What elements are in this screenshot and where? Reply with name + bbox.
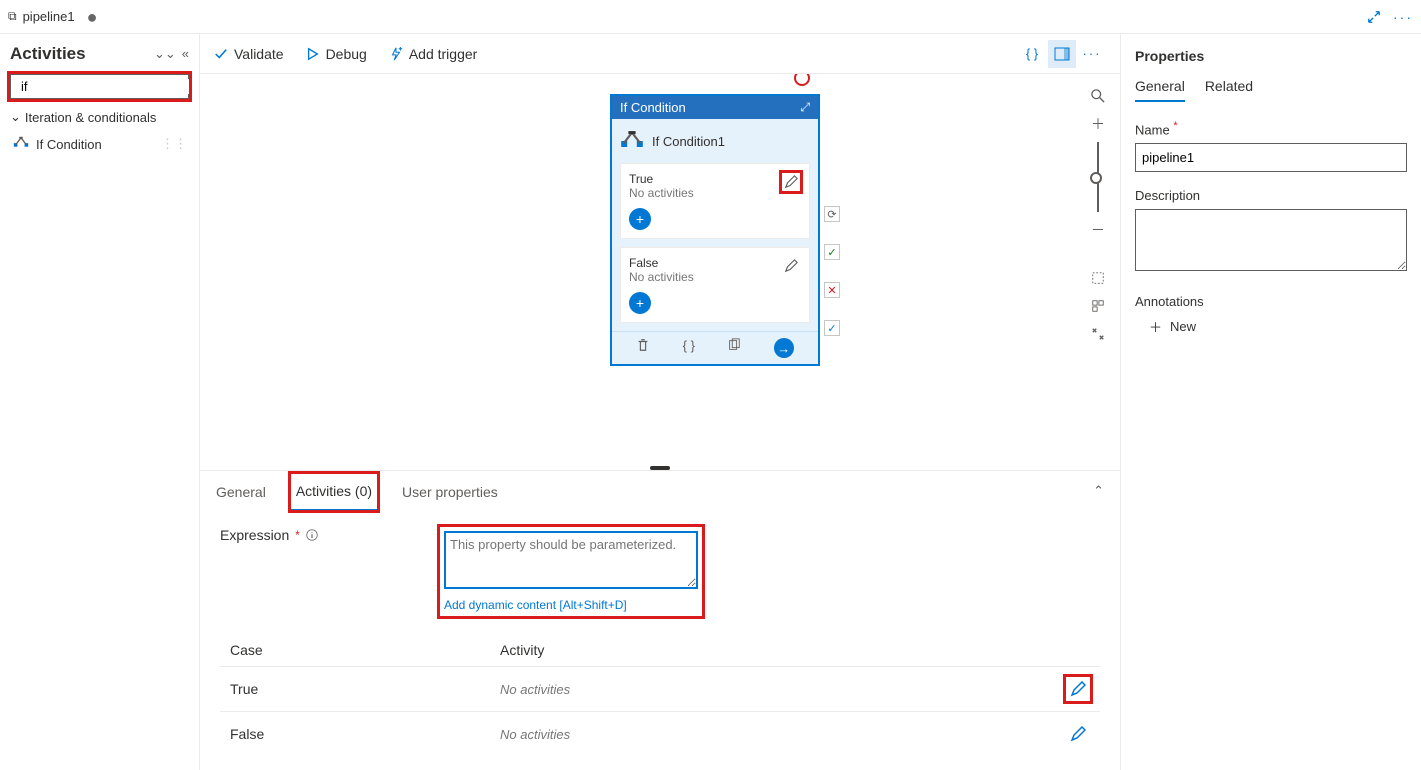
activities-heading: Activities (10, 44, 86, 64)
copy-node-icon[interactable] (727, 338, 741, 358)
check-icon (214, 47, 228, 61)
description-input[interactable] (1135, 209, 1407, 271)
col-activity: Activity (500, 642, 544, 658)
zoom-slider[interactable] (1097, 142, 1099, 212)
activity-label: If Condition (36, 137, 102, 152)
name-input[interactable] (1135, 143, 1407, 172)
true-branch: True No activities + (620, 163, 810, 239)
case-row-false: False No activities (220, 711, 1100, 756)
drag-handle-icon: ⋮⋮ (161, 136, 187, 152)
false-branch: False No activities + (620, 247, 810, 323)
tab-title: pipeline1 (23, 9, 75, 24)
name-label: Name * (1135, 120, 1407, 137)
edit-false-case-button[interactable] (1066, 722, 1090, 746)
add-trigger-button[interactable]: Add trigger (389, 46, 477, 62)
if-condition-icon (12, 135, 30, 153)
add-true-activity-button[interactable]: + (629, 208, 651, 230)
output-handle-fail[interactable]: ✕ (824, 282, 840, 298)
node-code-icon[interactable]: { } (683, 338, 695, 358)
toolbar-more-icon[interactable]: ··· (1078, 40, 1106, 68)
new-annotation-button[interactable]: ＋ New (1149, 317, 1407, 336)
node-header[interactable]: If Condition ⤢ (612, 96, 818, 119)
annotations-label: Annotations (1135, 294, 1407, 309)
expression-input[interactable] (444, 531, 698, 589)
case-row-true: True No activities (220, 666, 1100, 711)
output-handle-default[interactable]: ⟳ (824, 206, 840, 222)
plus-icon: ＋ (1149, 317, 1162, 336)
play-icon (306, 47, 320, 61)
props-tab-related[interactable]: Related (1205, 78, 1253, 102)
if-condition-icon (620, 129, 644, 153)
properties-toggle-icon[interactable] (1048, 40, 1076, 68)
collapse-sidebar-icon[interactable]: « (182, 46, 189, 62)
tab-general[interactable]: General (216, 474, 266, 510)
validate-button[interactable]: Validate (214, 46, 284, 62)
debug-button[interactable]: Debug (306, 46, 367, 62)
chevron-down-icon: ⌄ (10, 109, 21, 125)
node-title: If Condition1 (652, 134, 725, 149)
output-handle-success[interactable]: ✓ (824, 244, 840, 260)
true-label: True (629, 172, 801, 186)
col-case: Case (230, 642, 500, 658)
activity-if-condition[interactable]: If Condition ⋮⋮ (10, 131, 189, 157)
properties-heading: Properties (1135, 48, 1407, 64)
collapse-all-icon[interactable]: ⌄⌄ (154, 46, 176, 62)
output-handle-complete[interactable]: ✓ (824, 320, 840, 336)
description-label: Description (1135, 188, 1407, 203)
false-sub: No activities (629, 270, 801, 284)
layout-icon[interactable] (1084, 292, 1112, 320)
more-icon[interactable]: ··· (1393, 9, 1413, 25)
zoom-out-icon[interactable]: － (1084, 216, 1112, 244)
node-expand-icon[interactable]: ⤢ (800, 100, 810, 115)
props-tab-general[interactable]: General (1135, 78, 1185, 102)
trigger-icon (389, 47, 403, 61)
true-sub: No activities (629, 186, 801, 200)
canvas-search-icon[interactable] (1084, 82, 1112, 110)
validation-badge-icon (794, 74, 810, 86)
tab-user-properties[interactable]: User properties (402, 474, 498, 510)
group-label: Iteration & conditionals (25, 110, 157, 125)
info-icon[interactable] (306, 529, 318, 541)
search-activities-input[interactable] (10, 74, 189, 99)
unsaved-dot-icon: ● (87, 8, 98, 26)
add-false-activity-button[interactable]: + (629, 292, 651, 314)
fit-icon[interactable] (1084, 264, 1112, 292)
tab-activities[interactable]: Activities (0) (290, 473, 378, 511)
pipeline-icon: ⧉ (8, 9, 17, 24)
if-condition-node[interactable]: If Condition ⤢ If Condition1 True No act… (610, 94, 820, 366)
edit-true-case-button[interactable] (1066, 677, 1090, 701)
run-node-icon[interactable]: → (774, 338, 794, 358)
zoom-in-icon[interactable]: ＋ (1084, 110, 1112, 138)
collapse-canvas-icon[interactable] (1084, 320, 1112, 348)
edit-true-button[interactable] (779, 170, 803, 194)
collapse-panel-icon[interactable]: ⌃ (1093, 483, 1104, 499)
expand-icon[interactable] (1367, 10, 1381, 24)
expression-label: Expression* (220, 527, 420, 543)
edit-false-button[interactable] (779, 254, 803, 278)
code-braces-icon[interactable]: { } (1018, 40, 1046, 68)
add-dynamic-content-link[interactable]: Add dynamic content [Alt+Shift+D] (444, 598, 698, 612)
delete-node-icon[interactable] (636, 338, 650, 358)
search-field[interactable] (21, 79, 197, 94)
canvas[interactable]: ＋ － If Condition ⤢ If Condition (200, 74, 1120, 466)
false-label: False (629, 256, 801, 270)
group-iteration-conditionals[interactable]: ⌄ Iteration & conditionals (10, 109, 189, 125)
